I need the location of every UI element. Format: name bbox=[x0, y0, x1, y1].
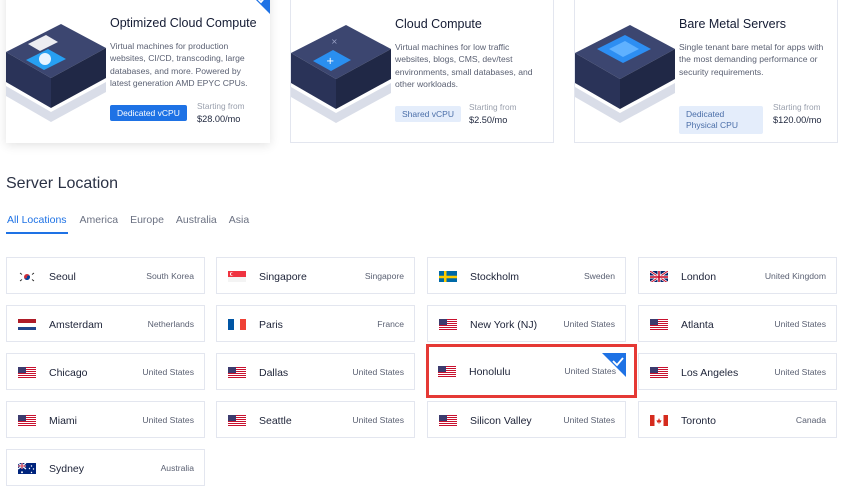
tab-all-locations[interactable]: All Locations bbox=[6, 214, 68, 234]
location-city: Honolulu bbox=[469, 366, 511, 378]
location-country: France bbox=[377, 319, 404, 329]
ca-flag-icon bbox=[650, 414, 668, 426]
product-title: Cloud Compute bbox=[395, 17, 482, 31]
location-city: Toronto bbox=[681, 415, 717, 427]
location-country: Australia bbox=[160, 463, 194, 473]
location-country: Canada bbox=[795, 415, 826, 425]
server-location-title: Server Location bbox=[6, 175, 119, 192]
location-city: Amsterdam bbox=[49, 319, 103, 331]
location-city: Miami bbox=[49, 415, 77, 427]
product-badge: Shared vCPU bbox=[395, 106, 461, 122]
location-country: South Korea bbox=[146, 271, 194, 281]
location-country: Singapore bbox=[364, 271, 404, 281]
svg-text:+: + bbox=[326, 56, 334, 67]
location-city: Atlanta bbox=[681, 319, 714, 331]
nl-flag-icon bbox=[18, 318, 36, 330]
location-card-miami[interactable]: Miami United States bbox=[6, 401, 205, 438]
us-flag-icon bbox=[18, 366, 36, 378]
location-city: Los Angeles bbox=[681, 367, 739, 379]
us-flag-icon bbox=[650, 318, 668, 330]
location-country: United States bbox=[352, 415, 404, 425]
bare-metal-illustration bbox=[575, 25, 675, 123]
location-city: London bbox=[681, 271, 717, 283]
kr-flag-icon bbox=[18, 270, 36, 282]
location-card-seoul[interactable]: Seoul South Korea bbox=[6, 257, 205, 294]
gb-flag-icon bbox=[650, 270, 668, 282]
location-city: Chicago bbox=[49, 367, 88, 379]
location-city: Dallas bbox=[259, 367, 289, 379]
optimized-compute-illustration bbox=[6, 24, 106, 122]
location-card-sydney[interactable]: Sydney Australia bbox=[6, 449, 205, 486]
product-description: Single tenant bare metal for apps with t… bbox=[679, 42, 824, 77]
au-flag-icon bbox=[18, 462, 36, 474]
product-card-bare-metal[interactable]: Bare Metal Servers Single tenant bare me… bbox=[574, 0, 838, 143]
location-city: Seattle bbox=[259, 415, 292, 427]
location-country: United States bbox=[774, 319, 826, 329]
location-card-toronto[interactable]: Toronto Canada bbox=[638, 401, 837, 438]
location-country: United States bbox=[142, 367, 194, 377]
location-city: Singapore bbox=[259, 271, 307, 283]
us-flag-icon bbox=[439, 318, 457, 330]
product-title: Optimized Cloud Compute bbox=[110, 16, 257, 30]
price-label: Starting from bbox=[197, 101, 245, 111]
location-card-new-york-nj[interactable]: New York (NJ) United States bbox=[427, 305, 626, 342]
product-description: Virtual machines for low traffic website… bbox=[395, 42, 533, 89]
fr-flag-icon bbox=[228, 318, 246, 330]
location-card-silicon-valley[interactable]: Silicon Valley United States bbox=[427, 401, 626, 438]
price-value: $2.50/mo bbox=[469, 115, 508, 125]
location-card-dallas[interactable]: Dallas United States bbox=[216, 353, 415, 390]
location-tabs: All Locations America Europe Australia A… bbox=[6, 214, 261, 234]
location-card-atlanta[interactable]: Atlanta United States bbox=[638, 305, 837, 342]
location-country: United States bbox=[774, 367, 826, 377]
location-card-seattle[interactable]: Seattle United States bbox=[216, 401, 415, 438]
price-label: Starting from bbox=[773, 102, 821, 112]
location-city: Seoul bbox=[49, 271, 76, 283]
location-city: Sydney bbox=[49, 463, 85, 475]
location-country: United States bbox=[142, 415, 194, 425]
selected-check-icon bbox=[256, 0, 270, 14]
price-value: $120.00/mo bbox=[773, 115, 822, 125]
tab-europe[interactable]: Europe bbox=[130, 214, 164, 234]
location-card-los-angeles[interactable]: Los Angeles United States bbox=[638, 353, 837, 390]
price-value: $28.00/mo bbox=[197, 114, 241, 124]
product-title: Bare Metal Servers bbox=[679, 17, 786, 31]
product-card-cloud-compute[interactable]: + × Cloud Compute Virtual machines for l… bbox=[290, 0, 554, 143]
location-card-london[interactable]: London United Kingdom bbox=[638, 257, 837, 294]
location-city: Silicon Valley bbox=[470, 415, 532, 427]
product-badge: Dedicated vCPU bbox=[110, 105, 187, 121]
location-card-amsterdam[interactable]: Amsterdam Netherlands bbox=[6, 305, 205, 342]
us-flag-icon bbox=[228, 366, 246, 378]
location-card-singapore[interactable]: Singapore Singapore bbox=[216, 257, 415, 294]
svg-text:×: × bbox=[331, 37, 338, 46]
tab-australia[interactable]: Australia bbox=[176, 214, 217, 234]
location-country: United States bbox=[563, 319, 615, 329]
sg-flag-icon bbox=[228, 270, 246, 282]
tab-america[interactable]: America bbox=[80, 214, 119, 234]
location-card-honolulu[interactable]: Honolulu United States bbox=[427, 353, 626, 390]
location-card-paris[interactable]: Paris France bbox=[216, 305, 415, 342]
product-card-optimized-cloud-compute[interactable]: Optimized Cloud Compute Virtual machines… bbox=[6, 0, 270, 143]
product-description: Virtual machines for production websites… bbox=[110, 41, 248, 88]
location-city: Stockholm bbox=[470, 271, 520, 283]
selected-check-icon bbox=[602, 353, 626, 377]
location-country: Sweden bbox=[583, 271, 615, 281]
price-label: Starting from bbox=[469, 102, 517, 112]
location-country: Netherlands bbox=[147, 319, 194, 329]
tab-asia[interactable]: Asia bbox=[229, 214, 249, 234]
location-city: New York (NJ) bbox=[470, 319, 538, 331]
location-card-stockholm[interactable]: Stockholm Sweden bbox=[427, 257, 626, 294]
us-flag-icon bbox=[438, 365, 456, 377]
location-city: Paris bbox=[259, 319, 283, 331]
location-card-chicago[interactable]: Chicago United States bbox=[6, 353, 205, 390]
product-badge: Dedicated Physical CPU bbox=[679, 106, 763, 134]
location-country: United Kingdom bbox=[764, 271, 826, 281]
cloud-compute-illustration: + × bbox=[291, 25, 391, 123]
se-flag-icon bbox=[439, 270, 457, 282]
location-country: United States bbox=[352, 367, 404, 377]
us-flag-icon bbox=[650, 366, 668, 378]
location-country: United States bbox=[563, 415, 615, 425]
us-flag-icon bbox=[18, 414, 36, 426]
us-flag-icon bbox=[439, 414, 457, 426]
us-flag-icon bbox=[228, 414, 246, 426]
